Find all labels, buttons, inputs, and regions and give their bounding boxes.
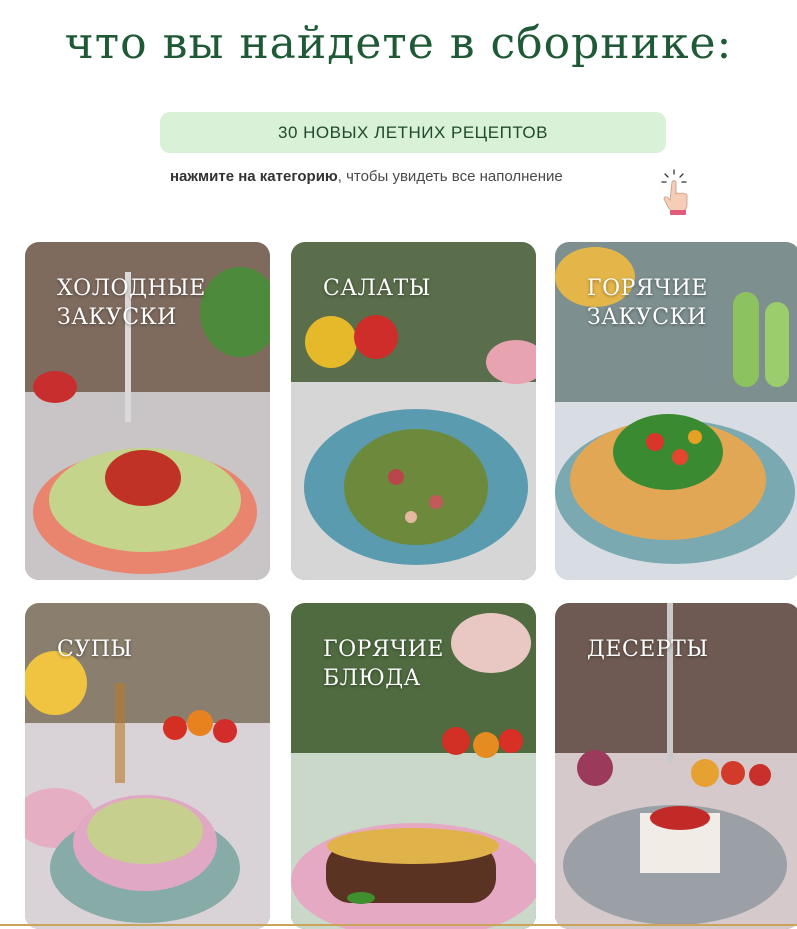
- category-label: горячие закуски: [587, 276, 708, 330]
- category-hint-text: , чтобы увидеть все наполнение: [337, 168, 563, 185]
- category-card-hot-dishes[interactable]: горячие блюда: [291, 603, 536, 929]
- category-card-salads[interactable]: салаты: [291, 242, 536, 580]
- category-label: супы: [57, 637, 133, 662]
- category-hint-bold: нажмите на категорию: [170, 168, 338, 185]
- recipes-count-badge: 30 НОВЫХ ЛЕТНИХ РЕЦЕПТОВ: [160, 112, 666, 153]
- category-label: десерты: [587, 637, 709, 662]
- category-card-desserts[interactable]: десерты: [555, 603, 797, 929]
- category-hint: нажмите на категорию, чтобы увидеть все …: [170, 168, 563, 185]
- category-label: салаты: [323, 276, 431, 301]
- category-card-cold-appetizers[interactable]: холодные закуски: [25, 242, 270, 580]
- recipes-count-text: 30 НОВЫХ ЛЕТНИХ РЕЦЕПТОВ: [277, 122, 548, 142]
- tap-hand-icon: [661, 169, 688, 215]
- category-card-hot-appetizers[interactable]: горячие закуски: [555, 242, 797, 580]
- page-title: что вы найдете в сборнике:: [64, 18, 733, 69]
- category-label: холодные закуски: [57, 276, 206, 330]
- category-label: горячие блюда: [323, 637, 444, 691]
- category-card-soups[interactable]: супы: [25, 603, 270, 929]
- bottom-divider: [0, 924, 797, 926]
